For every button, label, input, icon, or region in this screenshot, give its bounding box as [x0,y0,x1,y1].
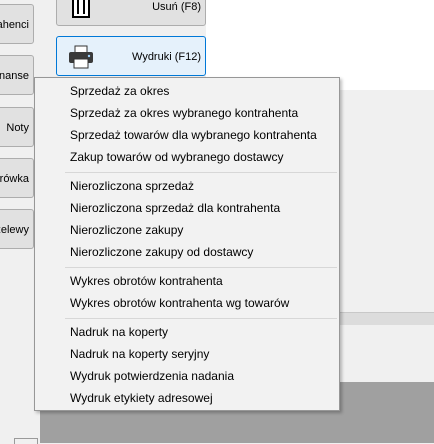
sidebar-item-przelewy[interactable]: zelewy [0,209,34,249]
menu-item-envelope-print[interactable]: Nadruk na koperty [70,321,168,343]
menu-separator [65,267,337,268]
menu-item-sales-period-client[interactable]: Sprzedaż za okres wybranego kontrahenta [70,102,298,124]
sidebar-item-label: Noty [6,122,29,134]
menu-item-dispatch-confirmation[interactable]: Wydruk potwierdzenia nadania [70,365,234,387]
trash-icon [67,0,95,21]
menu-item-unsettled-sales-client[interactable]: Nierozliczona sprzedaż dla kontrahenta [70,197,280,219]
menu-item-envelope-print-serial[interactable]: Nadruk na koperty seryjny [70,343,209,365]
menu-item-turnover-chart-goods[interactable]: Wykres obrotów kontrahenta wg towarów [70,292,289,314]
sidebar-item-label: rówka [0,173,29,185]
sidebar-item-label: ahenci [0,19,29,31]
left-sidebar: ahenci inanse Noty rówka zelewy [0,0,36,443]
horizontal-scrollbar[interactable] [330,312,434,325]
print-context-menu: Sprzedaż za okres Sprzedaż za okres wybr… [34,77,340,411]
menu-item-unsettled-purchases-supplier[interactable]: Nierozliczone zakupy od dostawcy [70,241,253,263]
print-button[interactable]: Wydruki (F12) [56,36,206,76]
printer-icon [67,43,95,71]
menu-item-goods-sales-client[interactable]: Sprzedaż towarów dla wybranego kontrahen… [70,124,317,146]
sidebar-item-noty[interactable]: Noty [0,107,34,147]
delete-button-label: Usuń (F8) [152,1,201,13]
bottom-control[interactable] [14,438,38,444]
menu-separator [65,172,337,173]
menu-item-unsettled-sales[interactable]: Nierozliczona sprzedaż [70,175,194,197]
menu-item-address-label[interactable]: Wydruk etykiety adresowej [70,387,213,409]
sidebar-item-label: inanse [0,70,29,82]
menu-item-turnover-chart[interactable]: Wykres obrotów kontrahenta [70,270,223,292]
menu-item-goods-purchase-supplier[interactable]: Zakup towarów od wybranego dostawcy [70,146,283,168]
menu-item-sales-period[interactable]: Sprzedaż za okres [70,80,169,102]
sidebar-item-label: zelewy [0,224,29,236]
sidebar-item-rowka[interactable]: rówka [0,158,34,198]
print-button-label: Wydruki (F12) [132,51,201,63]
menu-item-unsettled-purchases[interactable]: Nierozliczone zakupy [70,219,183,241]
delete-button[interactable]: Usuń (F8) [56,0,206,26]
sidebar-item-finanse[interactable]: inanse [0,55,34,95]
menu-separator [65,318,337,319]
sidebar-item-kontrahenci[interactable]: ahenci [0,4,34,44]
